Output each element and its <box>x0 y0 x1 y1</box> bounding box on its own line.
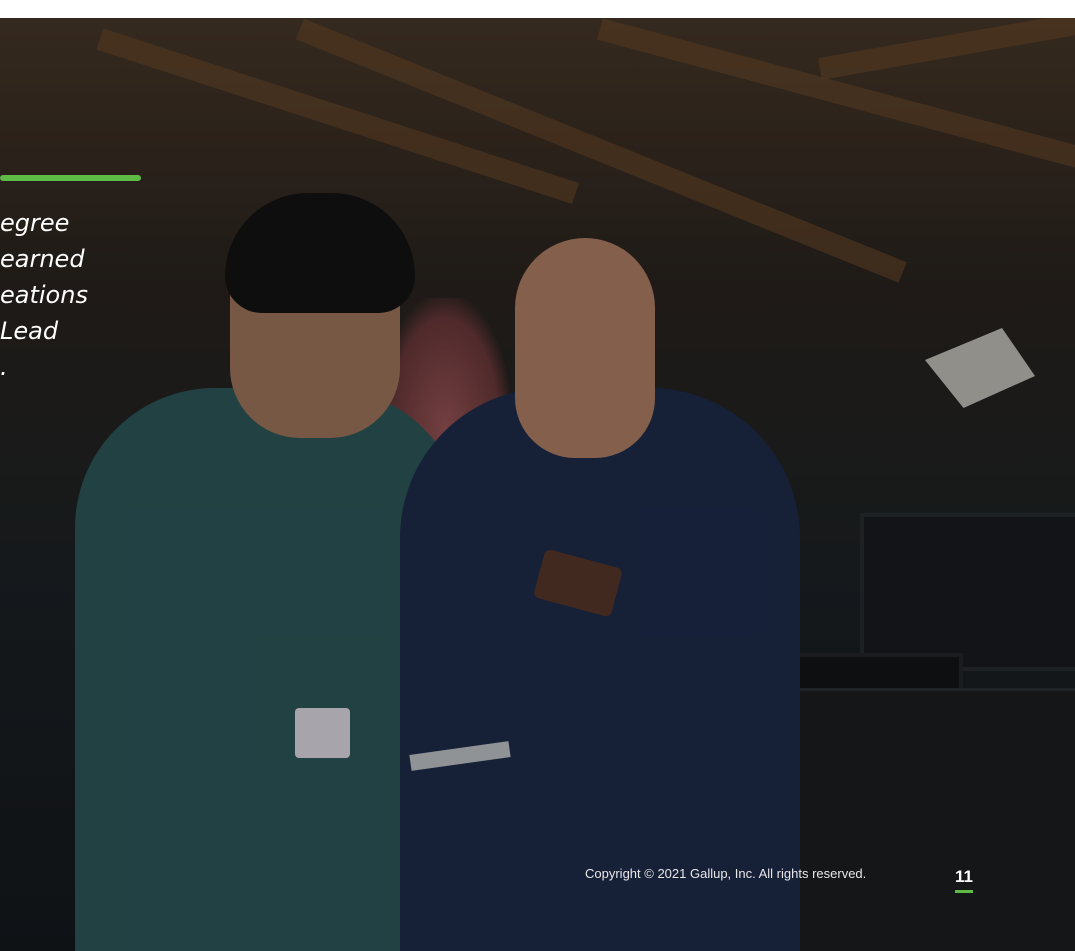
background-photo <box>0 18 1075 951</box>
quote-line: eations <box>0 281 88 309</box>
accent-line <box>0 175 141 181</box>
quote-line: earned <box>0 245 85 273</box>
dark-overlay <box>0 18 1075 951</box>
quote-line: egree <box>0 209 70 237</box>
top-white-band <box>0 0 1075 18</box>
page-number: 11 <box>955 867 973 893</box>
copyright-text: Copyright © 2021 Gallup, Inc. All rights… <box>585 866 867 881</box>
quote-text: egree earned eations Lead . <box>0 205 200 385</box>
quote-line: . <box>0 353 8 381</box>
quote-line: Lead <box>0 317 59 345</box>
